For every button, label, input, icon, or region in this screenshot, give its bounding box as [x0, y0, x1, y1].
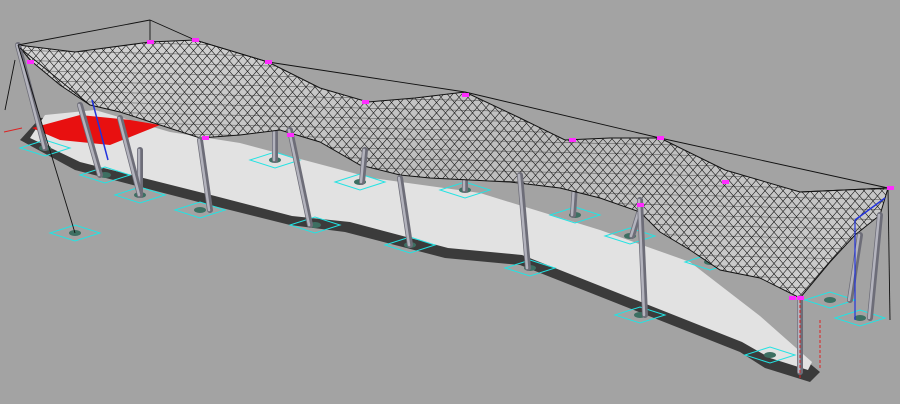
mesh-line	[896, 20, 900, 320]
mesh-line	[859, 40, 888, 298]
node-marker	[657, 136, 664, 140]
node-marker	[887, 186, 894, 190]
cable	[887, 187, 891, 321]
cad-viewport[interactable]	[0, 0, 900, 400]
mesh-line	[832, 40, 888, 298]
mesh-line	[823, 40, 888, 298]
node-marker	[287, 133, 294, 137]
mesh-line	[0, 300, 900, 320]
mesh-line	[896, 20, 900, 320]
node-marker	[147, 40, 154, 44]
canopy-model-render	[0, 19, 900, 382]
cable	[149, 19, 196, 41]
column-base	[854, 315, 866, 321]
node-marker	[569, 138, 576, 142]
mesh-line	[18, 40, 41, 298]
mesh-line	[859, 40, 888, 298]
mesh-line	[18, 40, 23, 298]
column-base	[824, 297, 836, 303]
mesh-line	[814, 40, 888, 298]
node-marker	[202, 136, 209, 140]
node-marker	[637, 203, 644, 207]
node-marker	[265, 60, 272, 64]
mesh-line	[18, 40, 32, 298]
column-base	[764, 352, 776, 358]
mesh-line	[0, 20, 4, 320]
node-marker	[722, 180, 729, 184]
node-marker	[192, 38, 199, 42]
mesh-line	[18, 40, 32, 298]
node-marker	[789, 296, 796, 300]
cable	[4, 59, 16, 111]
node-marker	[797, 296, 804, 300]
cable	[17, 19, 151, 46]
column-base	[194, 207, 206, 213]
mesh-line	[18, 279, 888, 298]
mesh-line	[823, 40, 888, 298]
mesh-line	[18, 289, 888, 298]
node-marker	[362, 100, 369, 104]
mesh-line	[841, 40, 888, 298]
node-marker	[462, 93, 469, 97]
mesh-line	[814, 40, 888, 298]
mesh-line	[841, 40, 888, 298]
mesh-line	[18, 40, 41, 298]
mesh-line	[0, 20, 13, 320]
mesh-line	[0, 20, 13, 320]
mesh-line	[18, 40, 23, 298]
mesh-line	[0, 20, 4, 320]
node-marker	[27, 60, 34, 64]
mesh-line	[832, 40, 888, 298]
